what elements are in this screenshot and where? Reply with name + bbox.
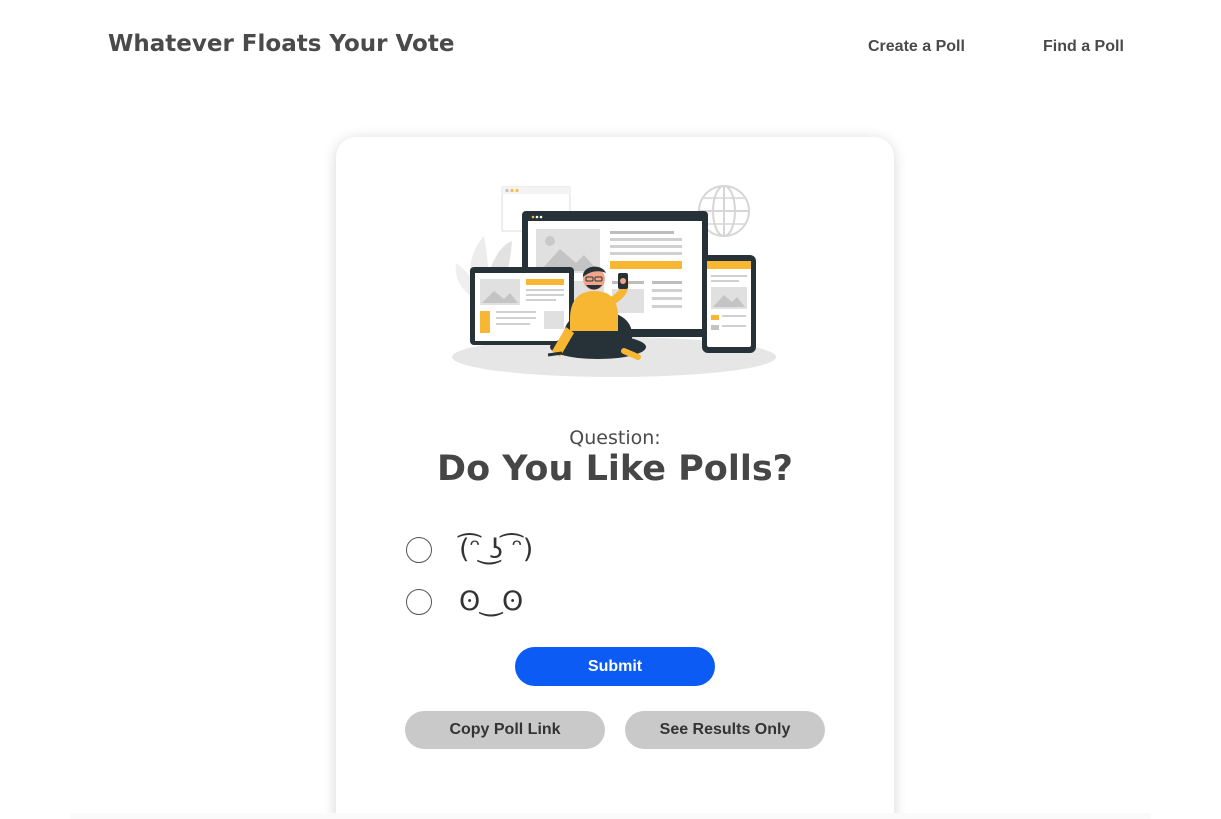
option-2-label[interactable]: ʘ‿ʘ (459, 585, 523, 619)
option-2-radio[interactable] (406, 589, 432, 615)
person-with-devices-illustration (452, 185, 776, 377)
nav-create-poll-link[interactable]: Create a Poll (868, 38, 965, 56)
copy-poll-link-button[interactable]: Copy Poll Link (405, 711, 605, 749)
option-1-radio[interactable] (406, 537, 432, 563)
question-text: Do You Like Polls? (437, 449, 793, 489)
site-title[interactable]: Whatever Floats Your Vote (108, 31, 454, 57)
page: Whatever Floats Your Vote Create a Poll … (0, 0, 1221, 819)
option-1-label[interactable]: (͡ᵔ ͜ʖ ͡ᵔ) (459, 533, 533, 567)
question-label: Question: (569, 427, 661, 449)
nav-find-poll-link[interactable]: Find a Poll (1043, 38, 1124, 56)
poll-option-2[interactable]: ʘ‿ʘ (406, 585, 523, 619)
poll-card: Question: Do You Like Polls? (͡ᵔ ͜ʖ ͡ᵔ) … (336, 137, 894, 819)
poll-option-1[interactable]: (͡ᵔ ͜ʖ ͡ᵔ) (406, 533, 533, 567)
page-bottom-band (70, 813, 1151, 819)
submit-button[interactable]: Submit (515, 647, 715, 686)
see-results-only-button[interactable]: See Results Only (625, 711, 825, 749)
